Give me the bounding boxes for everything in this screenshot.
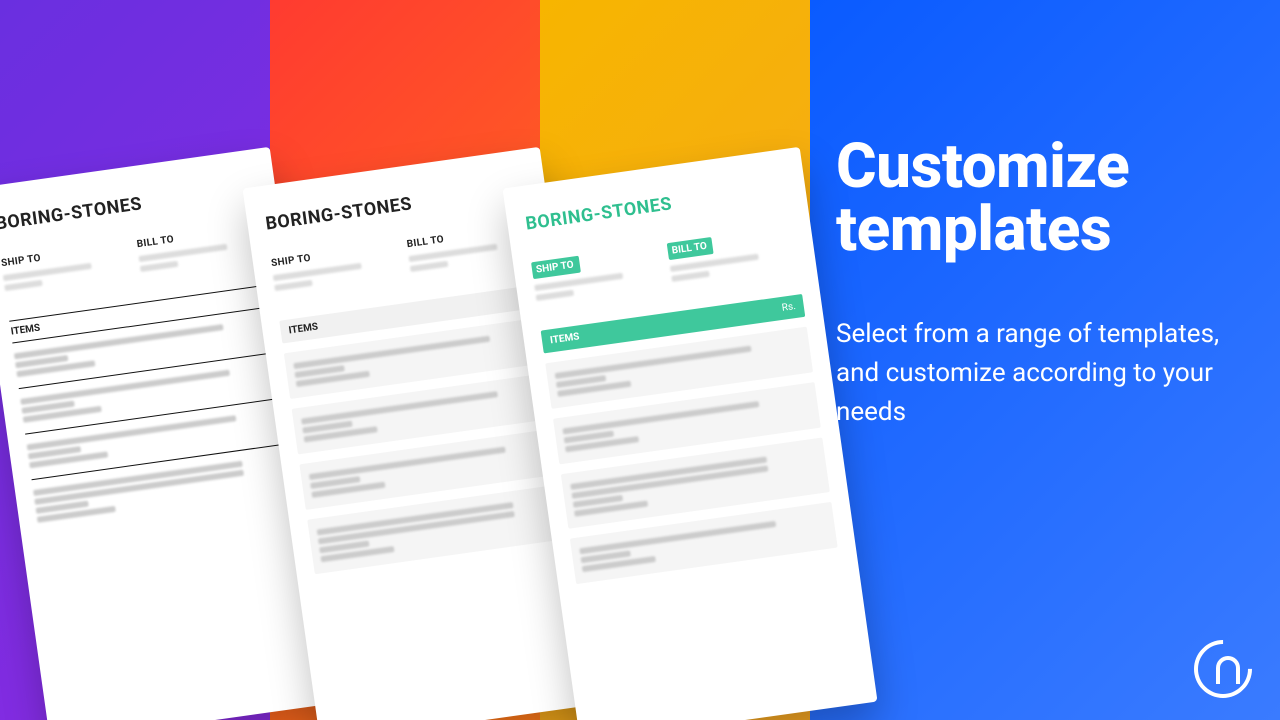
column-purple xyxy=(0,0,270,720)
column-red xyxy=(270,0,540,720)
promo-description: Select from a range of templates, and cu… xyxy=(836,315,1256,432)
column-yellow xyxy=(540,0,810,720)
promo-text-panel: Customize templates Select from a range … xyxy=(836,135,1256,432)
brand-logo-icon-inner xyxy=(1216,656,1240,684)
headline-line-2: templates xyxy=(836,193,1111,266)
headline-line-1: Customize xyxy=(836,130,1129,203)
